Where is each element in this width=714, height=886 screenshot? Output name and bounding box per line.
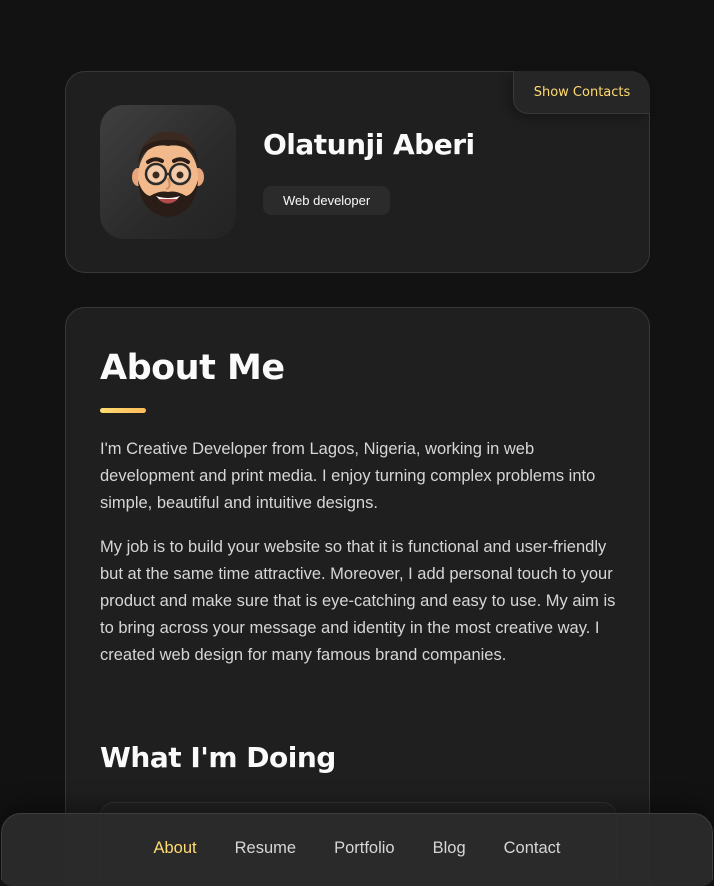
doing-title: What I'm Doing bbox=[100, 741, 336, 774]
profile-card: Show Contacts Olatunji Aberi Web develop… bbox=[65, 71, 650, 273]
nav-portfolio[interactable]: Portfolio bbox=[315, 839, 414, 858]
page: Show Contacts Olatunji Aberi Web develop… bbox=[0, 0, 714, 886]
about-article: About Me I'm Creative Developer from Lag… bbox=[65, 307, 650, 886]
about-paragraph-2: My job is to build your website so that … bbox=[100, 538, 616, 664]
nav-resume[interactable]: Resume bbox=[216, 839, 315, 858]
about-title: About Me bbox=[100, 348, 285, 388]
memoji-avatar-icon bbox=[132, 131, 204, 217]
about-paragraph-1: I'm Creative Developer from Lagos, Niger… bbox=[100, 440, 596, 512]
profile-name: Olatunji Aberi bbox=[263, 128, 475, 161]
nav-blog[interactable]: Blog bbox=[414, 839, 485, 858]
show-contacts-button[interactable]: Show Contacts bbox=[513, 71, 650, 114]
role-badge: Web developer bbox=[263, 186, 391, 215]
bottom-navbar: About Resume Portfolio Blog Contact bbox=[1, 813, 713, 886]
nav-contact[interactable]: Contact bbox=[485, 839, 580, 858]
title-underline bbox=[100, 408, 146, 413]
nav-about[interactable]: About bbox=[134, 839, 215, 858]
avatar bbox=[100, 105, 236, 239]
